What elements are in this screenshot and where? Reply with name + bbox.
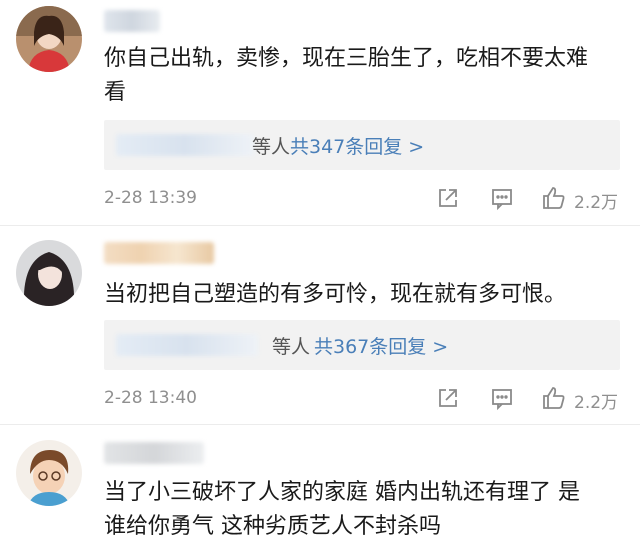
like-icon[interactable] xyxy=(540,384,568,412)
comment-meta: 2-28 13:39 2.2万 xyxy=(104,184,624,214)
like-count: 2.2万 xyxy=(574,193,619,213)
reply-summary[interactable]: 等人 共347条回复 > xyxy=(104,120,620,170)
divider xyxy=(0,424,640,425)
comment-text: 当了小三破坏了人家的家庭 婚内出轨还有理了 是 谁给你勇气 这种劣质艺人不封杀吗 xyxy=(104,480,580,539)
reply-suffix: 等人 xyxy=(272,336,311,358)
comment-item: 当了小三破坏了人家的家庭 婚内出轨还有理了 是 谁给你勇气 这种劣质艺人不封杀吗 xyxy=(0,426,640,556)
username[interactable] xyxy=(104,10,160,32)
timestamp: 2-28 13:39 xyxy=(104,188,197,208)
timestamp: 2-28 13:40 xyxy=(104,388,197,408)
like-count: 2.2万 xyxy=(574,393,619,413)
reply-count-link[interactable]: 共367条回复 > xyxy=(314,332,448,359)
comment-text: 你自己出轨，卖惨，现在三胎生了，吃相不要太难 看 xyxy=(104,46,589,105)
replier-names xyxy=(116,134,254,156)
username[interactable] xyxy=(104,242,214,264)
share-icon[interactable] xyxy=(434,184,462,212)
reply-suffix: 等人 xyxy=(252,136,291,158)
comment-meta: 2-28 13:40 2.2万 xyxy=(104,384,624,414)
avatar[interactable] xyxy=(16,240,82,306)
avatar[interactable] xyxy=(16,6,82,72)
reply-count-link[interactable]: 共347条回复 > xyxy=(290,132,424,159)
comment-item: 你自己出轨，卖惨，现在三胎生了，吃相不要太难 看 等人 共347条回复 > 2-… xyxy=(0,0,640,226)
username[interactable] xyxy=(104,442,204,464)
replier-names xyxy=(116,334,258,356)
avatar[interactable] xyxy=(16,440,82,506)
comment-item: 当初把自己塑造的有多可怜，现在就有多可恨。 等人 共367条回复 > 2-28 … xyxy=(0,226,640,426)
share-icon[interactable] xyxy=(434,384,462,412)
comment-icon[interactable] xyxy=(488,384,516,412)
comment-icon[interactable] xyxy=(488,184,516,212)
reply-summary[interactable]: 等人 共367条回复 > xyxy=(104,320,620,370)
comment-text: 当初把自己塑造的有多可怜，现在就有多可恨。 xyxy=(104,282,567,307)
like-icon[interactable] xyxy=(540,184,568,212)
